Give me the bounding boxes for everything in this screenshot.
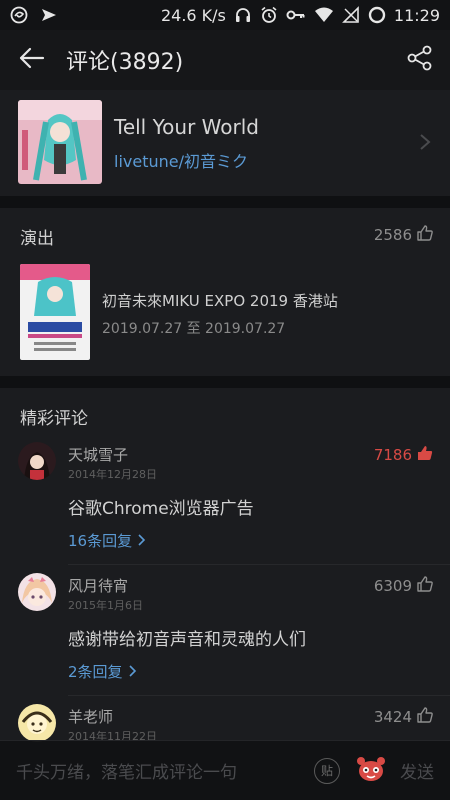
wifi-icon (314, 6, 334, 24)
comment-date: 2015年1月6日 (68, 599, 143, 612)
comment-date: 2014年12月28日 (68, 468, 157, 481)
event-poster[interactable] (20, 264, 90, 360)
status-bar: 24.6 K/s 11:29 (0, 0, 450, 30)
thumbs-up-icon (416, 575, 434, 597)
comment-like-count: 6309 (373, 577, 412, 595)
chevron-right-icon (128, 663, 137, 681)
avatar[interactable] (18, 442, 56, 480)
send-arrow-icon (40, 6, 58, 24)
signal-icon (341, 6, 360, 24)
comment-like-count: 3424 (373, 708, 412, 726)
song-title: Tell Your World (114, 115, 259, 139)
emoji-icon[interactable] (356, 756, 386, 786)
comment-text: 感谢带给初音声音和灵魂的人们 (68, 630, 306, 650)
page-title: 评论(3892) (66, 50, 184, 75)
network-speed: 24.6 K/s (160, 5, 226, 25)
comment-like-button[interactable]: 7186 (374, 444, 434, 466)
battery-icon (368, 6, 386, 24)
comment-replies-link[interactable]: 16条回复 (68, 530, 146, 551)
event-like-count: 2586 (373, 226, 412, 244)
avatar[interactable] (18, 704, 56, 742)
replies-count: 16条回复 (68, 532, 133, 550)
comment-username[interactable]: 天城雪子 (68, 444, 128, 465)
event-date: 2019.07.27 至 2019.07.27 (102, 321, 286, 337)
app-bar: 评论(3892) (0, 30, 450, 90)
thumbs-up-icon (416, 224, 434, 246)
clock-time: 11:29 (393, 5, 440, 25)
share-icon[interactable] (406, 44, 434, 76)
sticker-button[interactable]: 贴 (314, 757, 340, 784)
album-cover (18, 100, 102, 184)
thumbs-up-icon (416, 444, 434, 466)
song-artist[interactable]: livetune/初音ミク (114, 148, 248, 172)
comment-like-count: 7186 (373, 446, 412, 464)
comment-divider (68, 564, 450, 565)
comment-like-button[interactable]: 6309 (374, 575, 434, 597)
comment-text: 谷歌Chrome浏览器广告 (68, 499, 254, 519)
comment-divider (68, 695, 450, 696)
comment-like-button[interactable]: 3424 (374, 706, 434, 728)
section-divider (0, 376, 450, 388)
featured-comments-section: 精彩评论 天城雪子 2014年12月28日 7186 谷歌Chrome浏览器广告… (0, 388, 450, 800)
featured-comments-title: 精彩评论 (20, 409, 88, 429)
event-like-button[interactable]: 2586 (374, 224, 434, 246)
replies-count: 2条回复 (68, 663, 123, 681)
headphones-icon (234, 6, 252, 24)
alarm-icon (260, 6, 278, 24)
send-button[interactable]: 发送 (400, 758, 434, 783)
chevron-right-icon (418, 132, 432, 156)
notification-app-icon (10, 6, 28, 24)
event-section: 演出 2586 初音未來MIKU EXPO 2019 香港站 2019.07.2… (0, 208, 450, 376)
comment-username[interactable]: 羊老师 (68, 706, 113, 727)
back-arrow-icon[interactable] (16, 43, 46, 77)
comment-username[interactable]: 风月待宵 (68, 575, 128, 596)
avatar[interactable] (18, 573, 56, 611)
chevron-right-icon (138, 532, 146, 550)
event-section-title: 演出 (20, 229, 54, 249)
comment-input[interactable]: 千头万绪，落笔汇成评论一句 (16, 758, 314, 783)
comment-replies-link[interactable]: 2条回复 (68, 661, 137, 682)
event-title[interactable]: 初音未來MIKU EXPO 2019 香港站 (102, 290, 338, 311)
comment-composer: 千头万绪，落笔汇成评论一句 贴 发送 (0, 740, 450, 800)
key-icon (286, 6, 306, 24)
thumbs-up-icon (416, 706, 434, 728)
song-card[interactable]: Tell Your World livetune/初音ミク (0, 90, 450, 196)
section-divider (0, 196, 450, 208)
